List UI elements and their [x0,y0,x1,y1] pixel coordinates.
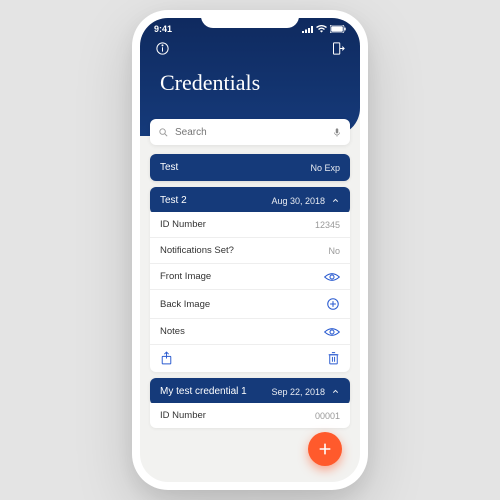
phone-frame: 9:41 Credentials [132,10,368,490]
share-icon [160,351,173,366]
share-button[interactable] [160,351,173,366]
exit-icon[interactable] [330,40,346,56]
card-title: My test credential 1 [160,386,247,397]
notch [201,10,299,28]
card-title: Test 2 [160,195,187,206]
row-value: 00001 [315,411,340,421]
row-label: Notes [160,326,185,337]
chevron-up-icon [331,387,340,396]
eye-icon [324,327,340,337]
plus-circle-icon [326,297,340,311]
delete-button[interactable] [327,351,340,366]
plus-icon [317,441,333,457]
eye-icon [324,272,340,282]
card-title: Test [160,162,178,173]
detail-row-back-image[interactable]: Back Image [150,290,350,319]
battery-icon [330,25,346,33]
row-value: No [328,246,340,256]
top-bar [140,34,360,56]
credential-detail-2: ID Number 00001 [150,403,350,428]
info-icon[interactable] [154,40,170,56]
chevron-up-icon [331,196,340,205]
row-label: Front Image [160,271,211,282]
detail-row-front-image[interactable]: Front Image [150,264,350,290]
trash-icon [327,351,340,366]
status-icons [302,24,346,34]
row-label: Back Image [160,299,210,310]
row-label: Notifications Set? [160,245,234,256]
row-value: 12345 [315,220,340,230]
credential-card-mytest1[interactable]: My test credential 1 Sep 22, 2018 [150,378,350,405]
credential-detail: ID Number 12345 Notifications Set? No Fr… [150,212,350,372]
credential-card-test2[interactable]: Test 2 Aug 30, 2018 [150,187,350,214]
card-meta: No Exp [310,163,340,173]
detail-row-notes[interactable]: Notes [150,319,350,345]
detail-row-notifications: Notifications Set? No [150,238,350,264]
detail-row-id: ID Number 00001 [150,403,350,428]
status-time: 9:41 [154,24,172,34]
row-label: ID Number [160,410,206,421]
page-title: Credentials [140,56,360,96]
detail-actions [150,345,350,372]
wifi-icon [316,25,327,33]
row-label: ID Number [160,219,206,230]
card-meta: Aug 30, 2018 [271,196,325,206]
detail-row-id: ID Number 12345 [150,212,350,238]
content-area: Test No Exp Test 2 Aug 30, 2018 ID Numbe… [140,136,360,428]
signal-icon [302,26,313,33]
card-meta: Sep 22, 2018 [271,387,325,397]
screen: 9:41 Credentials [140,18,360,482]
add-button[interactable] [308,432,342,466]
credential-card-test[interactable]: Test No Exp [150,154,350,181]
